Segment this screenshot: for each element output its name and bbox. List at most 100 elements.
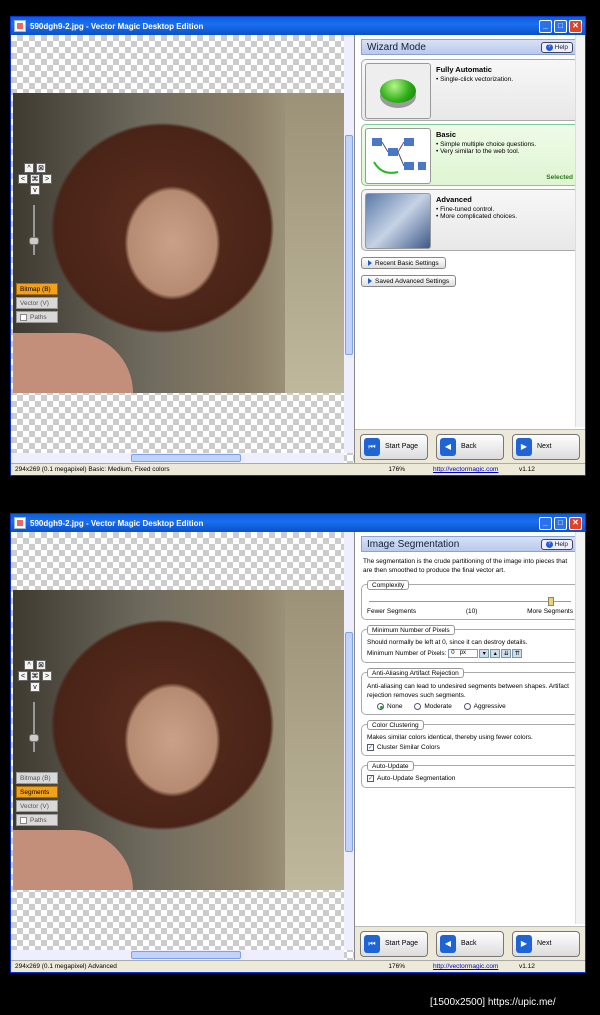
minimize-icon[interactable]: _: [539, 516, 552, 530]
next-arrow-icon: ▶: [516, 437, 532, 456]
status-bar: 294x269 (0.1 megapixel) Advanced 176% ht…: [11, 960, 585, 972]
panel-title: Image Segmentation ? Help: [361, 536, 579, 552]
flowchart-icon: [365, 128, 431, 184]
image-canvas[interactable]: ^ ⊠ < ⌘ > v Bitmap (B) Vector (V) Paths: [11, 35, 355, 463]
help-button[interactable]: ? Help: [540, 41, 573, 53]
mode-vector[interactable]: Vector (V): [16, 297, 58, 309]
mode-segments[interactable]: Segments: [16, 786, 58, 798]
green-button-icon: [365, 63, 431, 119]
next-button[interactable]: ▶ Next: [512, 433, 580, 460]
paths-checkbox[interactable]: [20, 816, 27, 824]
image-canvas[interactable]: ^ ⊠ < ⌘ > v Bitmap (B) Segments Vector (V) …: [11, 532, 355, 960]
min-pixels-group: Minimum Number of Pixels Should normally…: [361, 625, 579, 663]
start-page-icon: ⏮: [364, 437, 380, 456]
mode-paths[interactable]: Paths: [16, 311, 58, 323]
pan-down-icon[interactable]: v: [30, 185, 40, 195]
back-arrow-icon: ◀: [440, 934, 456, 953]
mode-paths[interactable]: Paths: [16, 814, 58, 826]
pan-down-icon[interactable]: v: [30, 682, 40, 692]
window-title: 590dgh9-2.jpg - Vector Magic Desktop Edi…: [30, 518, 204, 528]
zoom-level: 176%: [388, 963, 405, 970]
version-label: v1.12: [519, 466, 535, 473]
radio-none[interactable]: [377, 703, 384, 710]
title-bar[interactable]: 590dgh9-2.jpg - Vector Magic Desktop Edi…: [11, 514, 585, 532]
play-icon: [368, 278, 372, 284]
mode-vector[interactable]: Vector (V): [16, 800, 58, 812]
vertical-scrollbar[interactable]: [344, 35, 354, 453]
start-page-button[interactable]: ⏮ Start Page: [360, 433, 428, 460]
card-advanced[interactable]: Advanced • Fine-tuned control. • More comp…: [361, 189, 579, 251]
color-clustering-group: Color Clustering Makes similar colors id…: [361, 720, 579, 757]
title-bar[interactable]: 590dgh9-2.jpg - Vector Magic Desktop Edi…: [11, 17, 585, 35]
pan-left-icon[interactable]: <: [18, 174, 28, 184]
version-label: v1.12: [519, 963, 535, 970]
view-modes: Bitmap (B) Segments Vector (V) Paths: [16, 772, 58, 828]
zoom-slider-knob[interactable]: [29, 734, 39, 742]
zoom-slider-knob[interactable]: [29, 237, 39, 245]
center-icon[interactable]: ⌘: [30, 671, 40, 681]
zoom-fit-icon[interactable]: ⊠: [36, 660, 46, 670]
horizontal-scrollbar[interactable]: [11, 950, 344, 960]
next-button[interactable]: ▶ Next: [512, 930, 580, 957]
complexity-slider[interactable]: [369, 597, 571, 606]
help-button[interactable]: ? Help: [540, 538, 573, 550]
maximize-icon[interactable]: □: [554, 516, 567, 530]
recent-basic-settings-button[interactable]: Recent Basic Settings: [361, 257, 446, 269]
pan-up-icon[interactable]: ^: [24, 660, 34, 670]
card-basic[interactable]: Basic • Simple multiple choice questions.…: [361, 124, 579, 186]
back-button[interactable]: ◀ Back: [436, 930, 504, 957]
pan-left-icon[interactable]: <: [18, 671, 28, 681]
vertical-scrollbar[interactable]: [344, 532, 354, 950]
panel-scrollbar[interactable]: [575, 35, 585, 427]
panel-scrollbar[interactable]: [575, 532, 585, 924]
window-image-segmentation: 590dgh9-2.jpg - Vector Magic Desktop Edi…: [10, 513, 586, 973]
start-page-button[interactable]: ⏮ Start Page: [360, 930, 428, 957]
close-icon[interactable]: ✕: [569, 516, 582, 530]
paths-checkbox[interactable]: [20, 313, 27, 321]
complexity-group: Complexity Fewer Segments (10) More Segmen…: [361, 580, 579, 620]
decrease-icon[interactable]: ▾: [479, 649, 490, 658]
mode-bitmap[interactable]: Bitmap (B): [16, 772, 58, 784]
back-arrow-icon: ◀: [440, 437, 456, 456]
increase-more-icon[interactable]: ⇈: [512, 649, 523, 658]
zoom-fit-icon[interactable]: ⊠: [36, 163, 46, 173]
center-icon[interactable]: ⌘: [30, 174, 40, 184]
cluster-label: Cluster Similar Colors: [377, 744, 440, 752]
radio-aggressive[interactable]: [463, 703, 471, 710]
pan-right-icon[interactable]: >: [42, 174, 52, 184]
close-icon[interactable]: ✕: [569, 19, 582, 33]
pan-controls: ^ ⊠ < ⌘ > v: [17, 660, 53, 693]
auto-update-checkbox[interactable]: ✓: [367, 775, 374, 783]
back-button[interactable]: ◀ Back: [436, 433, 504, 460]
maximize-icon[interactable]: □: [554, 19, 567, 33]
decrease-more-icon[interactable]: ⇊: [501, 649, 512, 658]
intro-text: The segmentation is the crude partitioni…: [363, 558, 568, 574]
pan-right-icon[interactable]: >: [42, 671, 52, 681]
group-title: Complexity: [367, 580, 410, 590]
navigation-bar: ⏮ Start Page ◀ Back ▶ Next: [355, 926, 585, 960]
card-fully-automatic[interactable]: Fully Automatic • Single-click vectorizat…: [361, 59, 579, 121]
more-segments-label: More Segments: [527, 608, 573, 615]
zoom-slider[interactable]: [29, 702, 39, 752]
min-pixels-input[interactable]: 0 px: [448, 649, 479, 658]
pan-controls: ^ ⊠ < ⌘ > v: [17, 163, 53, 196]
mode-bitmap[interactable]: Bitmap (B): [16, 283, 58, 295]
help-icon: ?: [545, 43, 553, 51]
panel-title-text: Image Segmentation: [367, 538, 460, 550]
radio-moderate[interactable]: [414, 703, 422, 710]
group-desc: Anti-aliasing can lead to undesired segm…: [367, 683, 569, 699]
increase-icon[interactable]: ▴: [490, 649, 501, 658]
website-link[interactable]: http://vectormagic.com: [433, 963, 519, 970]
horizontal-scrollbar[interactable]: [11, 453, 344, 463]
pan-up-icon[interactable]: ^: [24, 163, 34, 173]
group-title: Anti-Aliasing Artifact Rejection: [367, 668, 464, 678]
complexity-slider-knob[interactable]: [547, 597, 554, 606]
mixer-icon: [365, 193, 431, 249]
saved-advanced-settings-button[interactable]: Saved Advanced Settings: [361, 275, 457, 287]
help-icon: ?: [545, 540, 553, 548]
minimize-icon[interactable]: _: [539, 19, 552, 33]
website-link[interactable]: http://vectormagic.com: [433, 466, 519, 473]
zoom-slider[interactable]: [29, 205, 39, 255]
paths-label: Paths: [30, 313, 47, 321]
cluster-checkbox[interactable]: ✓: [367, 744, 374, 752]
